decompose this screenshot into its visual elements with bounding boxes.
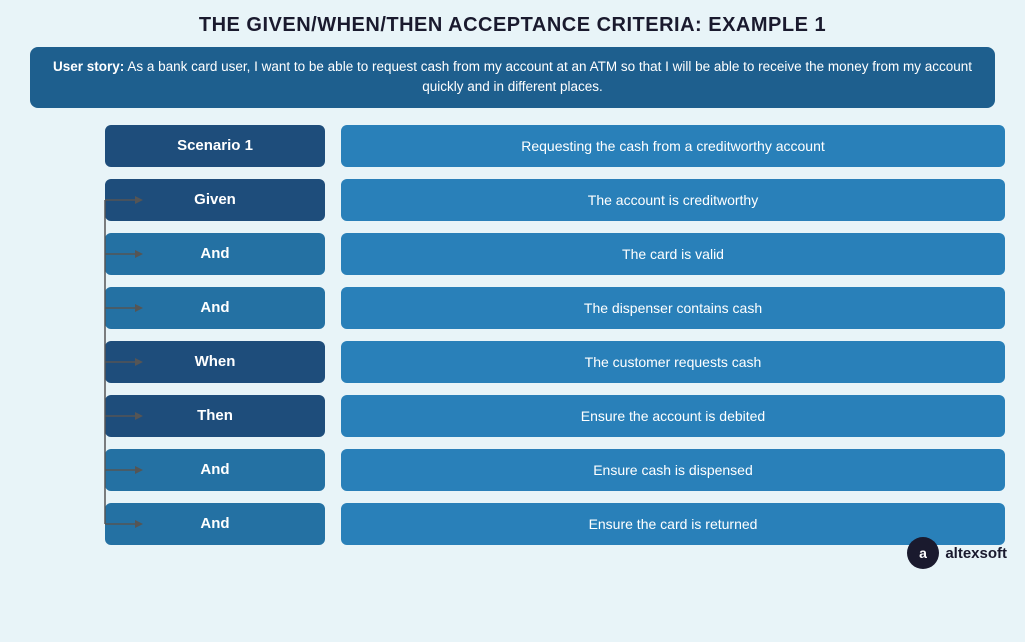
svg-text:a: a [919,545,927,561]
label-box: Then [105,395,325,437]
table-row: Then Ensure the account is debited [20,392,1005,440]
right-box: Ensure cash is dispensed [341,449,1005,491]
label-box: When [105,341,325,383]
user-story-label: User story: [53,59,124,74]
user-story-text: As a bank card user, I want to be able t… [127,59,972,94]
right-box: Ensure the card is returned [341,503,1005,545]
altexsoft-logo: a altexsoft [907,537,1007,569]
logo-icon: a [907,537,939,569]
rows-container: Scenario 1 Requesting the cash from a cre… [20,122,1005,548]
table-row: And Ensure the card is returned [20,500,1005,548]
right-box: The customer requests cash [341,341,1005,383]
table-row: And The card is valid [20,230,1005,278]
logo-text: altexsoft [945,545,1007,562]
right-box: The account is creditworthy [341,179,1005,221]
page-title: THE GIVEN/WHEN/THEN ACCEPTANCE CRITERIA:… [0,0,1025,47]
table-row: Given The account is creditworthy [20,176,1005,224]
right-box: The dispenser contains cash [341,287,1005,329]
right-box: Ensure the account is debited [341,395,1005,437]
label-box: And [105,287,325,329]
table-row: Scenario 1 Requesting the cash from a cre… [20,122,1005,170]
label-box: Scenario 1 [105,125,325,167]
label-box: And [105,233,325,275]
table-row: And Ensure cash is dispensed [20,446,1005,494]
right-box: The card is valid [341,233,1005,275]
label-box: And [105,503,325,545]
table-row: When The customer requests cash [20,338,1005,386]
label-box: And [105,449,325,491]
right-box: Requesting the cash from a creditworthy … [341,125,1005,167]
table-row: And The dispenser contains cash [20,284,1005,332]
label-box: Given [105,179,325,221]
user-story-box: User story: As a bank card user, I want … [30,47,995,108]
